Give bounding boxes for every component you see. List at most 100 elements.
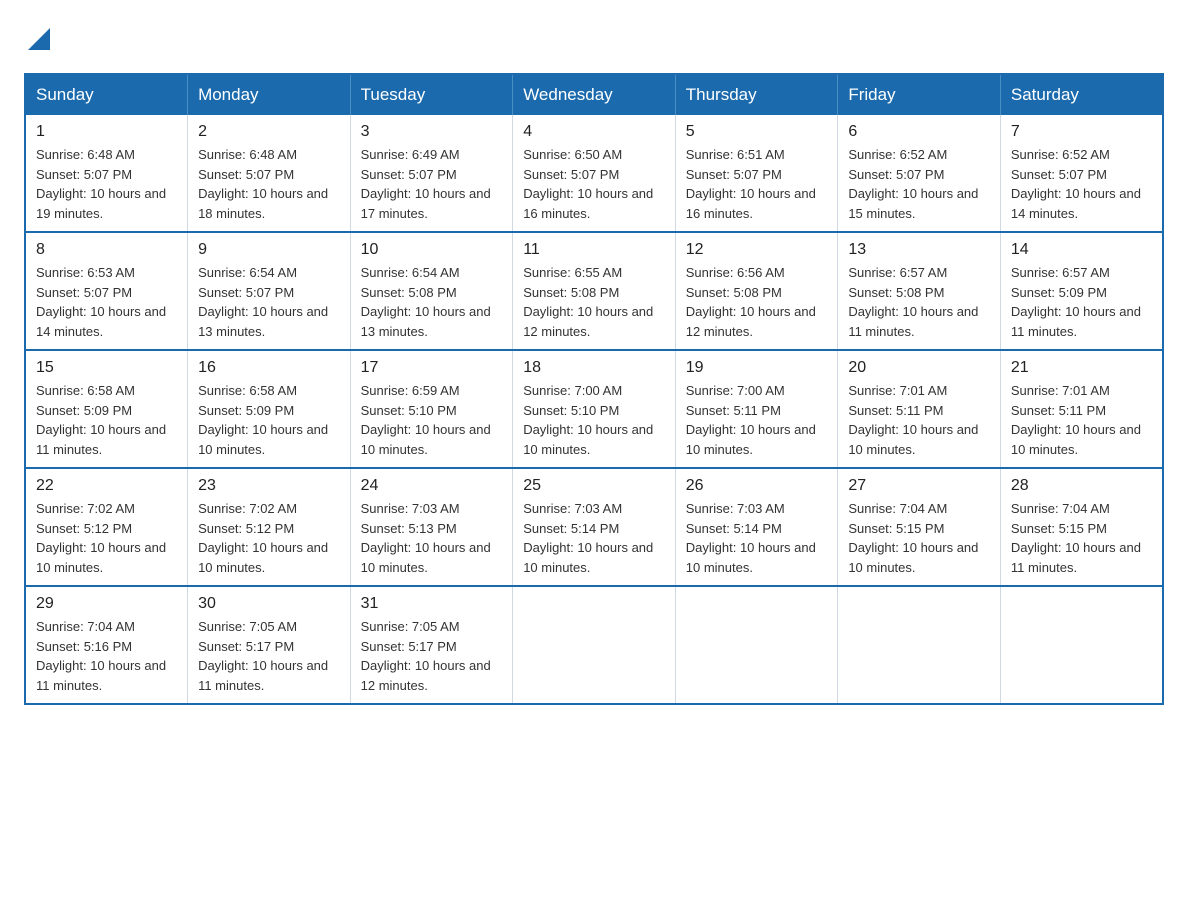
page-header: [24, 24, 1164, 53]
day-info: Sunrise: 7:04 AMSunset: 5:16 PMDaylight:…: [36, 617, 177, 695]
day-number: 17: [361, 359, 503, 377]
day-number: 25: [523, 477, 665, 495]
calendar-cell: 3 Sunrise: 6:49 AMSunset: 5:07 PMDaylight…: [350, 115, 513, 232]
day-info: Sunrise: 6:49 AMSunset: 5:07 PMDaylight:…: [361, 145, 503, 223]
day-number: 26: [686, 477, 828, 495]
calendar-cell: [513, 586, 676, 704]
day-info: Sunrise: 6:48 AMSunset: 5:07 PMDaylight:…: [36, 145, 177, 223]
day-info: Sunrise: 7:02 AMSunset: 5:12 PMDaylight:…: [198, 499, 340, 577]
day-info: Sunrise: 6:55 AMSunset: 5:08 PMDaylight:…: [523, 263, 665, 341]
header-friday: Friday: [838, 74, 1001, 115]
day-info: Sunrise: 7:03 AMSunset: 5:13 PMDaylight:…: [361, 499, 503, 577]
header-sunday: Sunday: [25, 74, 188, 115]
day-info: Sunrise: 6:52 AMSunset: 5:07 PMDaylight:…: [1011, 145, 1152, 223]
day-info: Sunrise: 7:05 AMSunset: 5:17 PMDaylight:…: [198, 617, 340, 695]
day-number: 4: [523, 123, 665, 141]
calendar-cell: 22Sunrise: 7:02 AMSunset: 5:12 PMDayligh…: [25, 468, 188, 586]
calendar-cell: [1000, 586, 1163, 704]
day-number: 30: [198, 595, 340, 613]
calendar-cell: 19 Sunrise: 7:00 AMSunset: 5:11 PMDayligh…: [675, 350, 838, 468]
calendar-week-row: 1 Sunrise: 6:48 AMSunset: 5:07 PMDaylight…: [25, 115, 1163, 232]
day-info: Sunrise: 7:00 AMSunset: 5:10 PMDaylight:…: [523, 381, 665, 459]
day-info: Sunrise: 6:57 AMSunset: 5:08 PMDaylight:…: [848, 263, 990, 341]
header-thursday: Thursday: [675, 74, 838, 115]
day-number: 19: [686, 359, 828, 377]
day-number: 22: [36, 477, 177, 495]
day-number: 13: [848, 241, 990, 259]
day-number: 29: [36, 595, 177, 613]
day-number: 11: [523, 241, 665, 259]
calendar-cell: 26 Sunrise: 7:03 AMSunset: 5:14 PMDayligh…: [675, 468, 838, 586]
day-number: 28: [1011, 477, 1152, 495]
calendar-cell: 27 Sunrise: 7:04 AMSunset: 5:15 PMDayligh…: [838, 468, 1001, 586]
calendar-cell: 31 Sunrise: 7:05 AMSunset: 5:17 PMDayligh…: [350, 586, 513, 704]
calendar-cell: 20Sunrise: 7:01 AMSunset: 5:11 PMDayligh…: [838, 350, 1001, 468]
day-number: 23: [198, 477, 340, 495]
calendar-cell: 4 Sunrise: 6:50 AMSunset: 5:07 PMDaylight…: [513, 115, 676, 232]
day-number: 21: [1011, 359, 1152, 377]
day-info: Sunrise: 6:59 AMSunset: 5:10 PMDaylight:…: [361, 381, 503, 459]
calendar-cell: 30 Sunrise: 7:05 AMSunset: 5:17 PMDayligh…: [188, 586, 351, 704]
day-number: 5: [686, 123, 828, 141]
calendar-cell: 9 Sunrise: 6:54 AMSunset: 5:07 PMDaylight…: [188, 232, 351, 350]
day-number: 16: [198, 359, 340, 377]
calendar-week-row: 29 Sunrise: 7:04 AMSunset: 5:16 PMDayligh…: [25, 586, 1163, 704]
day-number: 6: [848, 123, 990, 141]
day-info: Sunrise: 6:53 AMSunset: 5:07 PMDaylight:…: [36, 263, 177, 341]
day-number: 9: [198, 241, 340, 259]
day-info: Sunrise: 6:52 AMSunset: 5:07 PMDaylight:…: [848, 145, 990, 223]
day-number: 3: [361, 123, 503, 141]
calendar-cell: 29 Sunrise: 7:04 AMSunset: 5:16 PMDayligh…: [25, 586, 188, 704]
calendar-cell: [838, 586, 1001, 704]
day-number: 1: [36, 123, 177, 141]
calendar-cell: 12 Sunrise: 6:56 AMSunset: 5:08 PMDayligh…: [675, 232, 838, 350]
calendar-cell: 1 Sunrise: 6:48 AMSunset: 5:07 PMDaylight…: [25, 115, 188, 232]
calendar-cell: 28 Sunrise: 7:04 AMSunset: 5:15 PMDayligh…: [1000, 468, 1163, 586]
day-info: Sunrise: 7:04 AMSunset: 5:15 PMDaylight:…: [848, 499, 990, 577]
day-info: Sunrise: 6:51 AMSunset: 5:07 PMDaylight:…: [686, 145, 828, 223]
day-info: Sunrise: 7:00 AMSunset: 5:11 PMDaylight:…: [686, 381, 828, 459]
calendar-week-row: 15 Sunrise: 6:58 AMSunset: 5:09 PMDayligh…: [25, 350, 1163, 468]
calendar-cell: 18 Sunrise: 7:00 AMSunset: 5:10 PMDayligh…: [513, 350, 676, 468]
day-info: Sunrise: 6:58 AMSunset: 5:09 PMDaylight:…: [198, 381, 340, 459]
calendar-cell: 23 Sunrise: 7:02 AMSunset: 5:12 PMDayligh…: [188, 468, 351, 586]
calendar-cell: 17 Sunrise: 6:59 AMSunset: 5:10 PMDayligh…: [350, 350, 513, 468]
day-number: 15: [36, 359, 177, 377]
day-info: Sunrise: 7:01 AMSunset: 5:11 PMDaylight:…: [1011, 381, 1152, 459]
calendar-cell: [675, 586, 838, 704]
day-info: Sunrise: 6:48 AMSunset: 5:07 PMDaylight:…: [198, 145, 340, 223]
day-number: 2: [198, 123, 340, 141]
day-info: Sunrise: 7:04 AMSunset: 5:15 PMDaylight:…: [1011, 499, 1152, 577]
calendar-cell: 10 Sunrise: 6:54 AMSunset: 5:08 PMDayligh…: [350, 232, 513, 350]
day-number: 7: [1011, 123, 1152, 141]
day-info: Sunrise: 7:05 AMSunset: 5:17 PMDaylight:…: [361, 617, 503, 695]
day-info: Sunrise: 6:50 AMSunset: 5:07 PMDaylight:…: [523, 145, 665, 223]
day-info: Sunrise: 6:58 AMSunset: 5:09 PMDaylight:…: [36, 381, 177, 459]
calendar-cell: 13 Sunrise: 6:57 AMSunset: 5:08 PMDayligh…: [838, 232, 1001, 350]
day-info: Sunrise: 6:54 AMSunset: 5:07 PMDaylight:…: [198, 263, 340, 341]
day-number: 10: [361, 241, 503, 259]
header-tuesday: Tuesday: [350, 74, 513, 115]
calendar-cell: 5 Sunrise: 6:51 AMSunset: 5:07 PMDaylight…: [675, 115, 838, 232]
calendar-week-row: 8 Sunrise: 6:53 AMSunset: 5:07 PMDaylight…: [25, 232, 1163, 350]
day-info: Sunrise: 6:56 AMSunset: 5:08 PMDaylight:…: [686, 263, 828, 341]
day-number: 18: [523, 359, 665, 377]
day-info: Sunrise: 7:03 AMSunset: 5:14 PMDaylight:…: [686, 499, 828, 577]
calendar-cell: 14Sunrise: 6:57 AMSunset: 5:09 PMDayligh…: [1000, 232, 1163, 350]
calendar-week-row: 22 Sunrise: 7:02 AMSunset: 5:12 PMDayligh…: [25, 468, 1163, 586]
day-number: 24: [361, 477, 503, 495]
calendar-cell: 7 Sunrise: 6:52 AMSunset: 5:07 PMDaylight…: [1000, 115, 1163, 232]
day-info: Sunrise: 6:54 AMSunset: 5:08 PMDaylight:…: [361, 263, 503, 341]
day-number: 31: [361, 595, 503, 613]
calendar-cell: 11 Sunrise: 6:55 AMSunset: 5:08 PMDayligh…: [513, 232, 676, 350]
header-wednesday: Wednesday: [513, 74, 676, 115]
header-monday: Monday: [188, 74, 351, 115]
calendar-cell: 15 Sunrise: 6:58 AMSunset: 5:09 PMDayligh…: [25, 350, 188, 468]
day-number: 14: [1011, 241, 1152, 259]
day-number: 27: [848, 477, 990, 495]
calendar-cell: 25Sunrise: 7:03 AMSunset: 5:14 PMDayligh…: [513, 468, 676, 586]
day-number: 12: [686, 241, 828, 259]
calendar-cell: 6 Sunrise: 6:52 AMSunset: 5:07 PMDaylight…: [838, 115, 1001, 232]
day-number: 8: [36, 241, 177, 259]
calendar-cell: 8 Sunrise: 6:53 AMSunset: 5:07 PMDaylight…: [25, 232, 188, 350]
